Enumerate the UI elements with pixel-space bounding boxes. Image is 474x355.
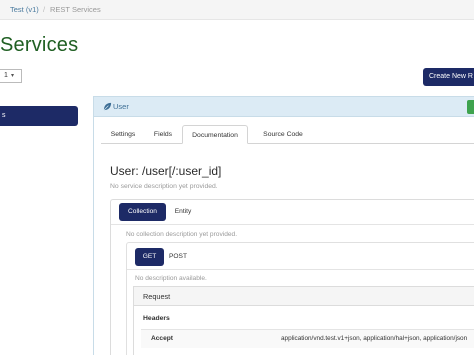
request-heading: Request xyxy=(134,287,474,306)
headers-label: Headers xyxy=(143,315,170,322)
breadcrumb-current: REST Services xyxy=(50,5,101,14)
page-title: Services xyxy=(0,34,79,56)
chevron-down-icon: ▾ xyxy=(11,73,15,79)
tab-collection[interactable]: Collection xyxy=(119,203,166,221)
tab-method-get[interactable]: GET xyxy=(135,248,164,266)
service-tabs: Settings Fields Documentation Source Cod… xyxy=(101,125,474,144)
tab-documentation[interactable]: Documentation xyxy=(182,125,248,144)
sidebar-item-label: s xyxy=(2,112,6,119)
service-panel-title: User xyxy=(113,102,129,111)
tab-entity[interactable]: Entity xyxy=(166,203,200,221)
page-size-value: 1 xyxy=(4,72,8,79)
service-description: No service description yet provided. xyxy=(110,183,218,190)
create-service-button[interactable]: Create New R xyxy=(423,68,474,86)
method-description: No description available. xyxy=(135,275,207,282)
leaf-icon xyxy=(103,102,112,111)
page-size-select[interactable]: 1 ▾ xyxy=(0,69,22,83)
request-panel: Request Headers Accept application/vnd.t… xyxy=(133,286,474,355)
service-panel-header[interactable]: User xyxy=(94,97,474,117)
breadcrumb-link-test[interactable]: Test (v1) xyxy=(10,5,39,14)
create-service-label: Create New R xyxy=(429,73,473,80)
breadcrumb: Test (v1) / REST Services xyxy=(0,0,474,20)
breadcrumb-separator: / xyxy=(43,5,46,14)
method-box: GET POST No description available. Reque… xyxy=(126,242,474,355)
sidebar-item-selected[interactable]: s xyxy=(0,106,78,126)
collection-description: No collection description yet provided. xyxy=(126,231,238,238)
divider xyxy=(111,224,474,225)
header-value: application/vnd.test.v1+json, applicatio… xyxy=(281,335,468,342)
tab-source-code[interactable]: Source Code xyxy=(251,125,315,144)
tab-settings[interactable]: Settings xyxy=(101,125,145,144)
service-route-heading: User: /user[/:user_id] xyxy=(110,164,222,178)
collection-box: Collection Entity No collection descript… xyxy=(110,199,474,355)
header-name: Accept xyxy=(151,335,173,342)
divider xyxy=(127,269,474,270)
service-action-button[interactable] xyxy=(467,100,474,114)
service-panel: User Settings Fields Documentation Sourc… xyxy=(93,96,474,355)
tab-method-post[interactable]: POST xyxy=(164,248,192,266)
tab-fields[interactable]: Fields xyxy=(145,125,181,144)
